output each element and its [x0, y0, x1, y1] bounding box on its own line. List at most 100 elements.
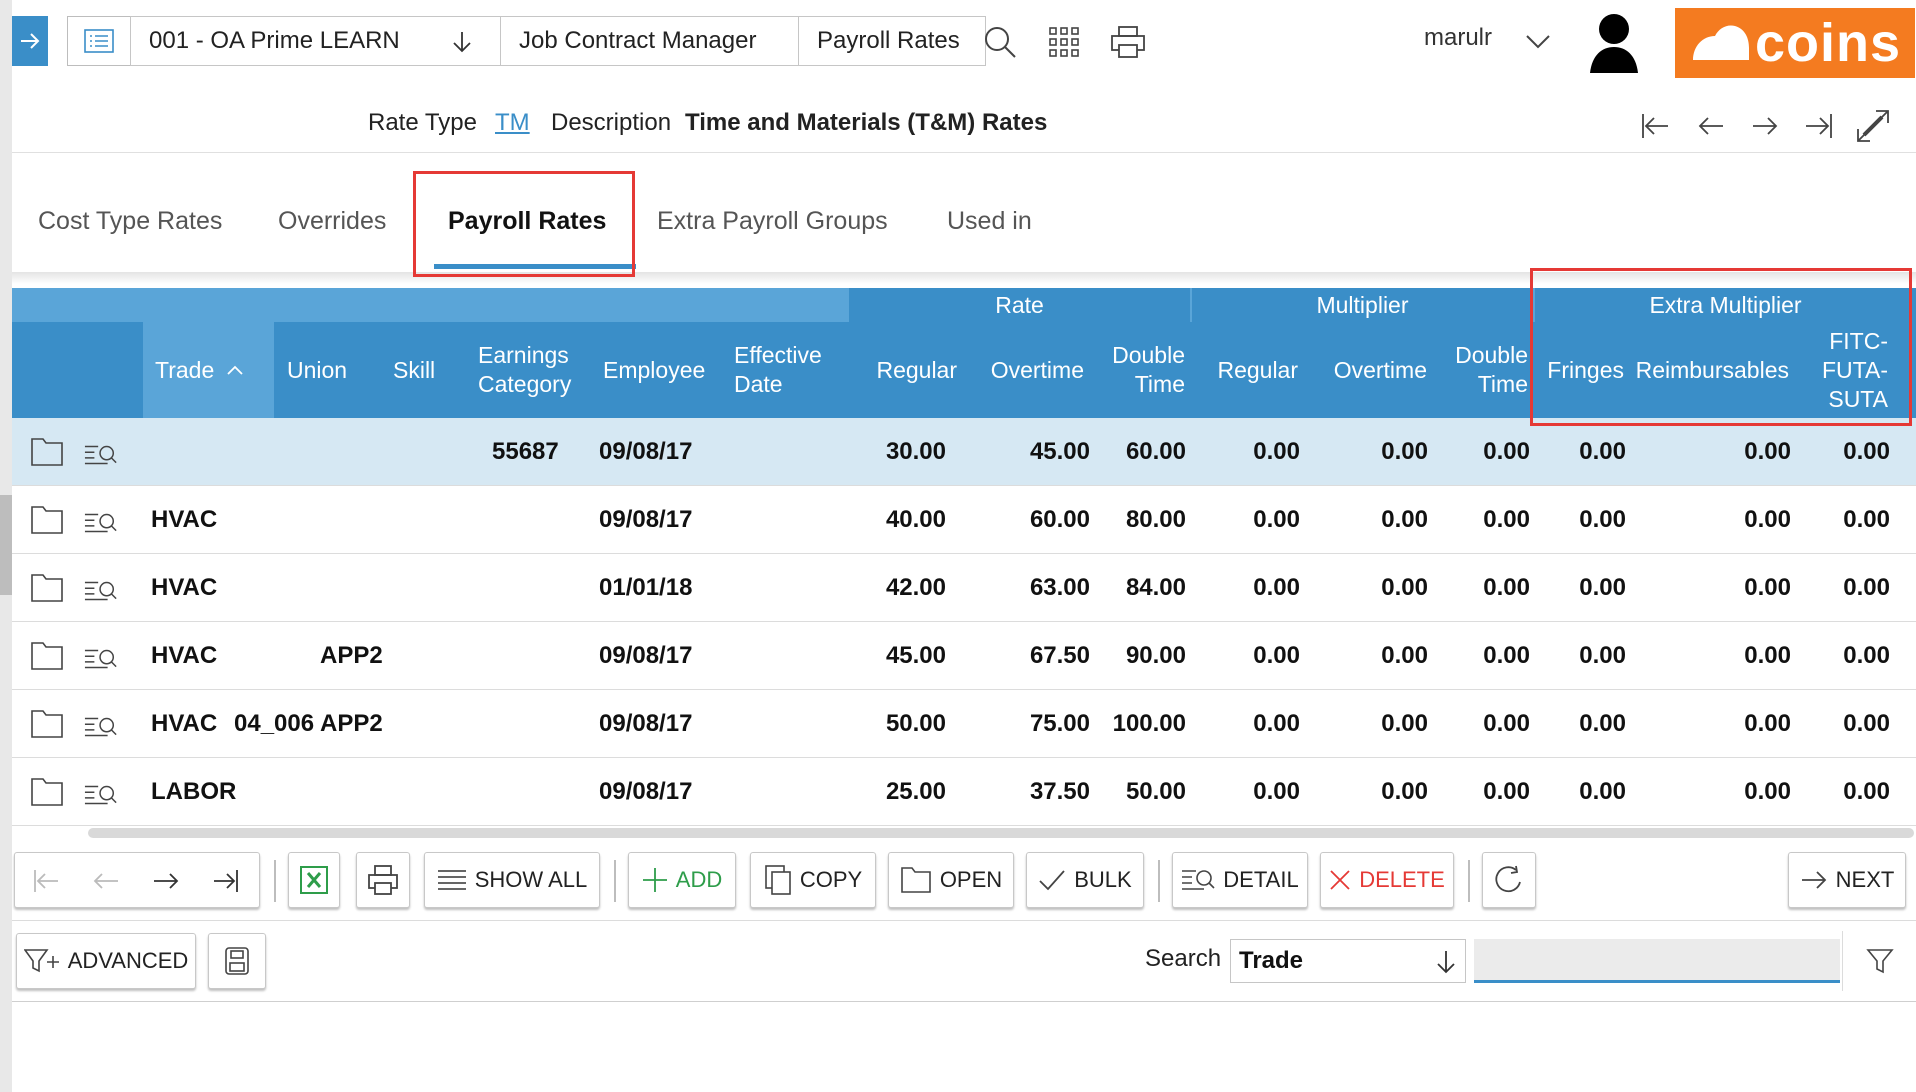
- search-button[interactable]: [978, 20, 1022, 64]
- prev-record-button[interactable]: [1688, 103, 1734, 149]
- next-record-button[interactable]: [1742, 103, 1788, 149]
- col-rate-overtime[interactable]: Overtime: [967, 322, 1084, 418]
- cell-fitc-futa-suta: 0.00: [1843, 778, 1890, 805]
- cell-skill: [320, 758, 420, 826]
- search-label: Search: [1145, 945, 1222, 972]
- checkmark-icon: [1039, 870, 1065, 891]
- table-row[interactable]: HVAC 04_006 APP2 09/08/17 50.00 75.00 100.00 0.…: [12, 690, 1916, 758]
- last-page-button[interactable]: [201, 859, 251, 903]
- folder-icon[interactable]: [30, 776, 64, 808]
- prev-page-button[interactable]: [81, 859, 131, 903]
- group-multiplier: Multiplier: [1316, 291, 1409, 318]
- cell-fitc-futa-suta: 0.00: [1843, 438, 1890, 465]
- next-page-button[interactable]: [141, 859, 191, 903]
- apps-button[interactable]: [1042, 20, 1086, 64]
- detail-button[interactable]: DETAIL: [1172, 852, 1308, 908]
- tab-extra-payroll-groups[interactable]: Extra Payroll Groups: [657, 207, 888, 236]
- folder-icon[interactable]: [30, 504, 64, 536]
- breadcrumb-payroll-rates[interactable]: Payroll Rates: [798, 16, 986, 66]
- table-row[interactable]: HVAC 09/08/17 40.00 60.00 80.00 0.00 0.00 0.00 0…: [12, 486, 1916, 554]
- table-row[interactable]: HVAC 01/01/18 42.00 63.00 84.00 0.00 0.00 0.00 0…: [12, 554, 1916, 622]
- col-employee[interactable]: Employee: [603, 322, 718, 418]
- first-page-button[interactable]: [21, 859, 71, 903]
- open-button[interactable]: OPEN: [888, 852, 1014, 908]
- advanced-filter-button[interactable]: ADVANCED: [16, 933, 196, 989]
- first-record-button[interactable]: [1632, 103, 1678, 149]
- col-union[interactable]: Union: [287, 322, 387, 418]
- cell-mult-overtime: 0.00: [1381, 710, 1428, 737]
- print-button[interactable]: [1106, 20, 1150, 64]
- filter-button[interactable]: [1842, 931, 1916, 991]
- delete-button[interactable]: DELETE: [1320, 852, 1454, 908]
- col-mult-overtime[interactable]: Overtime: [1310, 322, 1427, 418]
- bulk-button[interactable]: BULK: [1026, 852, 1144, 908]
- folder-icon[interactable]: [30, 640, 64, 672]
- next-button[interactable]: NEXT: [1788, 852, 1906, 908]
- col-skill[interactable]: Skill: [393, 322, 473, 418]
- user-avatar[interactable]: [1584, 10, 1644, 74]
- brand-logo: coins: [1675, 8, 1915, 78]
- cell-skill: [320, 486, 420, 554]
- copy-button[interactable]: COPY: [750, 852, 876, 908]
- cell-reimbursables: 0.00: [1744, 506, 1791, 533]
- username[interactable]: marulr: [1424, 24, 1492, 52]
- add-button[interactable]: ADD: [628, 852, 736, 908]
- expand-button[interactable]: [1850, 103, 1896, 149]
- col-mult-regular[interactable]: Regular: [1194, 322, 1298, 418]
- col-mult-double-time[interactable]: Double Time: [1433, 322, 1528, 418]
- col-trade[interactable]: Trade: [143, 322, 274, 418]
- folder-icon[interactable]: [30, 572, 64, 604]
- table-row[interactable]: LABOR 09/08/17 25.00 37.50 50.00 0.00 0.00 0.00…: [12, 758, 1916, 826]
- refresh-button[interactable]: [1482, 852, 1536, 908]
- last-icon: [1806, 114, 1832, 138]
- detail-search-icon[interactable]: [84, 508, 118, 540]
- detail-search-icon[interactable]: [84, 712, 118, 744]
- cell-fringes: 0.00: [1579, 642, 1626, 669]
- last-record-button[interactable]: [1796, 103, 1842, 149]
- list-view-button[interactable]: [67, 16, 131, 66]
- save-filter-button[interactable]: [208, 933, 266, 989]
- search-input[interactable]: [1474, 939, 1840, 983]
- cell-union: [234, 554, 334, 622]
- detail-search-icon[interactable]: [84, 576, 118, 608]
- col-earnings-category[interactable]: Earnings Category: [478, 322, 598, 418]
- cell-fringes: 0.00: [1579, 574, 1626, 601]
- rate-type-link[interactable]: TM: [495, 109, 530, 137]
- detail-search-icon[interactable]: [84, 780, 118, 812]
- folder-icon[interactable]: [30, 708, 64, 740]
- user-menu-toggle[interactable]: [1516, 20, 1560, 64]
- excel-icon: [300, 866, 328, 894]
- breadcrumb-job-contract-manager[interactable]: Job Contract Manager: [500, 16, 800, 66]
- tab-cost-type-rates[interactable]: Cost Type Rates: [38, 207, 222, 236]
- col-rate-double-time[interactable]: Double Time: [1092, 322, 1185, 418]
- cell-mult-overtime: 0.00: [1381, 438, 1428, 465]
- col-mult-dt-label-1: Double: [1455, 342, 1528, 368]
- nav-toggle-button[interactable]: [12, 16, 48, 66]
- sort-ascending-icon: [227, 365, 243, 375]
- cell-rate-overtime: 63.00: [1029, 574, 1090, 601]
- cell-effective-date: 09/08/17: [599, 778, 693, 805]
- breadcrumb-company[interactable]: 001 - OA Prime LEARN: [130, 16, 502, 66]
- search-field-select[interactable]: Trade: [1230, 939, 1466, 983]
- export-excel-button[interactable]: [288, 852, 340, 908]
- cell-effective-date: 09/08/17: [599, 506, 693, 533]
- detail-search-icon[interactable]: [84, 644, 118, 676]
- tab-overrides[interactable]: Overrides: [278, 207, 386, 236]
- tab-used-in[interactable]: Used in: [947, 207, 1032, 236]
- col-rate-regular[interactable]: Regular: [852, 322, 957, 418]
- show-all-button[interactable]: SHOW ALL: [424, 852, 600, 908]
- cell-mult-overtime: 0.00: [1381, 574, 1428, 601]
- horizontal-scrollbar[interactable]: [88, 828, 1914, 838]
- cell-union: [234, 418, 334, 486]
- folder-icon[interactable]: [30, 436, 64, 468]
- detail-search-icon[interactable]: [84, 440, 118, 472]
- print-grid-button[interactable]: [356, 852, 410, 908]
- table-row[interactable]: 55687 09/08/17 30.00 45.00 60.00 0.00 0.00 0.00…: [12, 418, 1916, 486]
- table-row[interactable]: HVAC APP2 09/08/17 45.00 67.50 90.00 0.00 0.00 0…: [12, 622, 1916, 690]
- arrow-left-icon: [1698, 117, 1723, 135]
- cell-employee: [492, 486, 602, 554]
- cell-union: [234, 758, 334, 826]
- detail-search-icon: [1182, 870, 1215, 890]
- col-effective-date[interactable]: Effective Date: [734, 322, 844, 418]
- cell-rate-double-time: 50.00: [1125, 778, 1186, 805]
